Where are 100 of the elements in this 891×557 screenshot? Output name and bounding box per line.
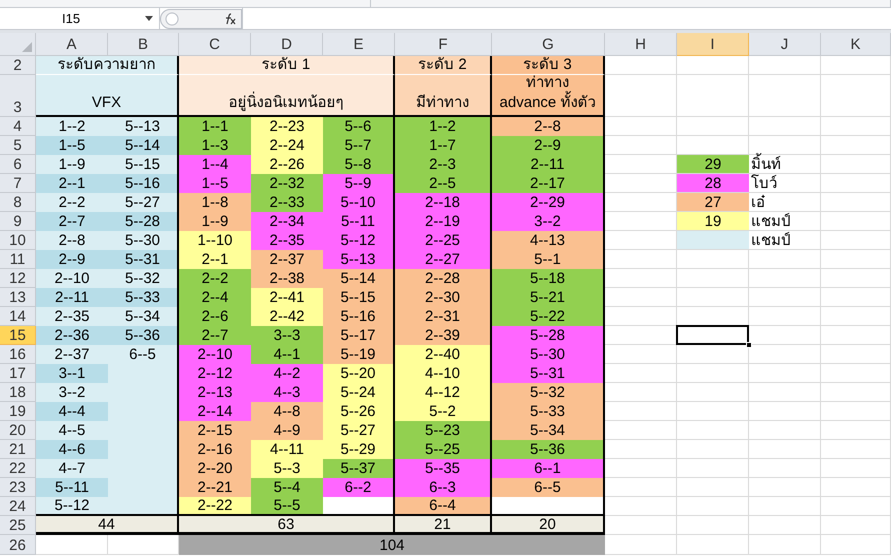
row-header[interactable]: 14 bbox=[0, 307, 36, 326]
row-header[interactable]: 23 bbox=[0, 478, 36, 497]
row-header[interactable]: 24 bbox=[0, 497, 36, 516]
row-header[interactable]: 18 bbox=[0, 383, 36, 402]
empty-cell[interactable] bbox=[821, 535, 891, 555]
empty-cell[interactable] bbox=[821, 155, 891, 174]
empty-cell[interactable] bbox=[749, 269, 821, 288]
empty-cell[interactable] bbox=[749, 288, 821, 307]
row-header[interactable]: 5 bbox=[0, 136, 36, 155]
dropdown-icon[interactable] bbox=[145, 16, 153, 21]
empty-cell[interactable] bbox=[749, 117, 821, 136]
empty-cell[interactable] bbox=[677, 56, 749, 75]
row-header[interactable]: 11 bbox=[0, 250, 36, 269]
row-header[interactable]: 20 bbox=[0, 421, 36, 440]
empty-cell[interactable] bbox=[821, 212, 891, 231]
empty-cell[interactable] bbox=[677, 535, 749, 555]
empty-cell[interactable] bbox=[749, 459, 821, 478]
empty-cell[interactable] bbox=[821, 516, 891, 535]
empty-cell[interactable] bbox=[749, 440, 821, 459]
select-all-icon[interactable] bbox=[22, 42, 32, 52]
empty-cell[interactable] bbox=[749, 136, 821, 155]
column-header[interactable]: I bbox=[677, 33, 749, 56]
empty-cell[interactable] bbox=[749, 56, 821, 75]
handle-icon[interactable] bbox=[165, 12, 179, 26]
row-header[interactable]: 4 bbox=[0, 117, 36, 136]
empty-cell[interactable] bbox=[821, 56, 891, 75]
empty-cell[interactable] bbox=[677, 497, 749, 516]
empty-cell[interactable] bbox=[821, 231, 891, 250]
empty-cell[interactable] bbox=[821, 269, 891, 288]
row-header[interactable]: 12 bbox=[0, 269, 36, 288]
empty-cell[interactable] bbox=[821, 421, 891, 440]
empty-cell[interactable] bbox=[821, 440, 891, 459]
empty-cell[interactable] bbox=[677, 383, 749, 402]
empty-cell[interactable] bbox=[677, 516, 749, 535]
empty-cell[interactable] bbox=[821, 326, 891, 345]
empty-cell[interactable] bbox=[821, 193, 891, 212]
row-header[interactable]: 2 bbox=[0, 56, 36, 75]
empty-cell[interactable] bbox=[821, 364, 891, 383]
row-header[interactable]: 10 bbox=[0, 231, 36, 250]
empty-cell[interactable] bbox=[749, 516, 821, 535]
row-header[interactable]: 26 bbox=[0, 535, 36, 555]
column-header[interactable]: F bbox=[395, 33, 492, 56]
empty-cell[interactable] bbox=[821, 288, 891, 307]
empty-cell[interactable] bbox=[821, 136, 891, 155]
empty-cell[interactable] bbox=[677, 269, 749, 288]
empty-cell[interactable] bbox=[749, 478, 821, 497]
empty-cell[interactable] bbox=[677, 75, 749, 117]
empty-cell[interactable] bbox=[821, 478, 891, 497]
row-header[interactable]: 8 bbox=[0, 193, 36, 212]
fill-handle[interactable] bbox=[746, 342, 752, 348]
name-box[interactable]: I15 bbox=[0, 8, 160, 29]
row-header[interactable]: 13 bbox=[0, 288, 36, 307]
column-header[interactable]: J bbox=[749, 33, 821, 56]
empty-cell[interactable] bbox=[677, 440, 749, 459]
column-header[interactable]: B bbox=[108, 33, 179, 56]
empty-cell[interactable] bbox=[749, 402, 821, 421]
empty-cell[interactable] bbox=[677, 421, 749, 440]
active-cell[interactable] bbox=[676, 325, 749, 345]
column-header[interactable]: K bbox=[821, 33, 891, 56]
row-header[interactable]: 25 bbox=[0, 516, 36, 535]
column-header[interactable]: A bbox=[36, 33, 108, 56]
empty-cell[interactable] bbox=[821, 117, 891, 136]
empty-cell[interactable] bbox=[821, 459, 891, 478]
empty-cell[interactable] bbox=[821, 383, 891, 402]
empty-cell[interactable] bbox=[821, 307, 891, 326]
empty-cell[interactable] bbox=[749, 535, 821, 555]
column-header[interactable]: C bbox=[179, 33, 251, 56]
empty-cell[interactable] bbox=[677, 117, 749, 136]
row-header[interactable]: 15 bbox=[0, 326, 36, 345]
empty-cell[interactable] bbox=[677, 288, 749, 307]
empty-cell[interactable] bbox=[749, 497, 821, 516]
column-header[interactable]: G bbox=[492, 33, 605, 56]
empty-cell[interactable] bbox=[749, 307, 821, 326]
empty-cell[interactable] bbox=[749, 75, 821, 117]
column-header[interactable]: D bbox=[251, 33, 323, 56]
row-header[interactable]: 19 bbox=[0, 402, 36, 421]
row-header[interactable]: 3 bbox=[0, 75, 36, 117]
empty-cell[interactable] bbox=[821, 402, 891, 421]
empty-cell[interactable] bbox=[821, 75, 891, 117]
column-header[interactable]: E bbox=[323, 33, 395, 56]
row-header[interactable]: 7 bbox=[0, 174, 36, 193]
empty-cell[interactable] bbox=[821, 497, 891, 516]
row-header[interactable]: 16 bbox=[0, 345, 36, 364]
row-header[interactable]: 9 bbox=[0, 212, 36, 231]
empty-cell[interactable] bbox=[749, 421, 821, 440]
function-icon[interactable] bbox=[223, 12, 237, 24]
row-header[interactable]: 6 bbox=[0, 155, 36, 174]
row-header[interactable]: 21 bbox=[0, 440, 36, 459]
empty-cell[interactable] bbox=[821, 250, 891, 269]
row-header[interactable]: 17 bbox=[0, 364, 36, 383]
empty-cell[interactable] bbox=[821, 174, 891, 193]
empty-cell[interactable] bbox=[749, 364, 821, 383]
empty-cell[interactable] bbox=[749, 383, 821, 402]
empty-cell[interactable] bbox=[677, 459, 749, 478]
empty-cell[interactable] bbox=[677, 402, 749, 421]
row-header[interactable]: 22 bbox=[0, 459, 36, 478]
empty-cell[interactable] bbox=[677, 478, 749, 497]
empty-cell[interactable] bbox=[749, 250, 821, 269]
column-header[interactable]: H bbox=[605, 33, 677, 56]
empty-cell[interactable] bbox=[821, 345, 891, 364]
